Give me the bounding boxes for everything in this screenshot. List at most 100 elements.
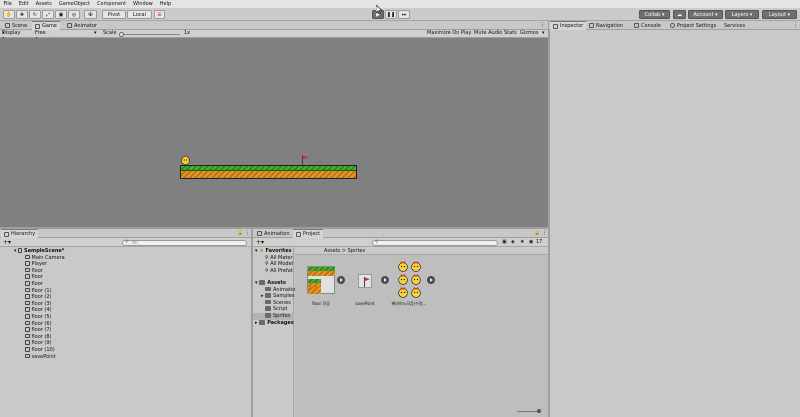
fav-item[interactable]: ⚲ All Mater	[265, 255, 293, 262]
list-item[interactable]: floor (6)	[25, 320, 52, 328]
list-item[interactable]: floor (1)	[25, 287, 52, 295]
list-item[interactable]: floor (5)	[25, 314, 52, 321]
tab-animator[interactable]: Animator	[64, 21, 100, 30]
list-item[interactable]: floor (10)	[25, 347, 55, 354]
folder-item[interactable]: Script	[265, 306, 288, 313]
asset-savepoint-thumbnail[interactable]	[358, 274, 372, 288]
hierarchy-search-input[interactable]: ⚲ All	[122, 239, 247, 246]
fav-item[interactable]: ⚲ All Model	[265, 261, 293, 268]
collab-dropdown[interactable]: Collab ▾	[639, 10, 670, 19]
breadcrumb-sprites[interactable]: Sprites	[348, 248, 365, 254]
layout-dropdown[interactable]: Layout ▾	[762, 10, 797, 19]
filter-type-icon[interactable]: ▣	[502, 239, 507, 245]
panel-menu-icon[interactable]: ⋮	[540, 22, 545, 28]
tab-animation[interactable]: Animation	[254, 229, 293, 238]
game-view[interactable]	[0, 38, 548, 227]
menu-assets[interactable]: Assets	[32, 0, 55, 8]
pause-button[interactable]: ❚❚	[385, 10, 397, 19]
favorites-section[interactable]: ▾ ★ Favorites	[255, 248, 292, 255]
tab-project[interactable]: Project	[293, 229, 324, 238]
project-menu-icon[interactable]: ⋮	[542, 230, 547, 236]
asset-chick-spritesheet-thumbnail[interactable]	[396, 260, 424, 300]
list-item[interactable]: floor (9)	[25, 340, 52, 347]
lock-icon[interactable]: 🔒	[237, 230, 243, 236]
local-toggle[interactable]: Local	[127, 10, 152, 19]
menu-gameobject[interactable]: GameObject	[55, 0, 93, 8]
breadcrumb-assets[interactable]: Assets	[324, 248, 340, 254]
expand-sprite-icon[interactable]	[427, 276, 435, 284]
create-plus-icon[interactable]: +▾	[3, 239, 11, 246]
list-item[interactable]: floor (3)	[25, 300, 52, 308]
list-item[interactable]: savePoint	[25, 353, 56, 361]
list-item[interactable]: floor (2)	[25, 294, 52, 301]
favorite-star-icon[interactable]: ★	[520, 239, 524, 245]
scale-slider[interactable]	[120, 33, 180, 35]
pivot-toggle[interactable]: Pivot	[102, 10, 126, 19]
tab-inspector[interactable]: Inspector	[550, 21, 587, 30]
rotate-tool-button[interactable]: ↻	[29, 10, 41, 19]
menu-window[interactable]: Window	[130, 0, 157, 8]
step-button[interactable]: ⏭	[398, 10, 410, 19]
list-item[interactable]: floor	[25, 281, 43, 288]
tab-navigation[interactable]: Navigation	[586, 21, 626, 30]
cloud-button[interactable]: ☁	[673, 10, 686, 19]
list-item[interactable]: Main Camera	[25, 254, 65, 262]
panel-divider[interactable]	[548, 21, 549, 417]
assets-section[interactable]: ▾ Assets	[255, 280, 286, 287]
stats-toggle[interactable]: Stats	[504, 30, 517, 37]
tab-game[interactable]: Game	[32, 21, 60, 30]
hand-tool-button[interactable]: ✋	[3, 10, 15, 19]
gameobject-icon	[25, 314, 30, 319]
list-item[interactable]: floor (7)	[25, 327, 52, 334]
panel-divider[interactable]	[0, 227, 548, 229]
menu-edit[interactable]: Edit	[15, 0, 32, 8]
filter-label-icon[interactable]: ◈	[511, 239, 515, 245]
expand-sprite-icon[interactable]	[381, 276, 389, 284]
menu-file[interactable]: File	[0, 0, 15, 8]
tab-services[interactable]: Services	[721, 21, 748, 30]
rect-tool-button[interactable]: ▣	[55, 10, 67, 19]
account-dropdown[interactable]: Account ▾	[688, 10, 723, 19]
gameobject-icon	[25, 294, 30, 299]
list-item[interactable]: floor	[25, 267, 43, 275]
maximize-on-play-toggle[interactable]: Maximize On Play	[427, 30, 471, 37]
menu-component[interactable]: Component	[94, 0, 130, 8]
list-item[interactable]: Player	[25, 261, 47, 268]
asset-floor-thumbnail[interactable]	[307, 266, 335, 294]
project-lock-icon[interactable]: 🔒	[534, 230, 540, 236]
tab-hierarchy[interactable]: Hierarchy	[1, 229, 39, 238]
right-panel-menu-icon[interactable]: ⋮	[793, 22, 798, 28]
packages-section[interactable]: ▸ Packages	[255, 320, 294, 327]
display-dropdown[interactable]: Display 1 ▾	[2, 30, 20, 43]
gizmos-toggle[interactable]: Gizmos	[520, 30, 538, 37]
scene-root[interactable]: ▾ SampleScene*	[14, 248, 64, 255]
layers-dropdown[interactable]: Layers ▾	[725, 10, 759, 19]
list-item[interactable]: floor	[25, 274, 43, 281]
tab-console[interactable]: Console	[631, 21, 664, 30]
thumbnail-size-handle[interactable]	[537, 409, 541, 413]
custom-tool-button[interactable]: ✠	[84, 10, 97, 19]
move-tool-button[interactable]: ✥	[16, 10, 28, 19]
visibility-icon[interactable]: ◉	[529, 239, 533, 245]
tab-scene[interactable]: Scene	[2, 21, 30, 30]
project-search-input[interactable]: ⚲	[372, 239, 498, 246]
grid-snap-button[interactable]: ⊞	[154, 10, 165, 19]
folder-item-selected[interactable]: Sprites	[253, 313, 294, 320]
menu-help[interactable]: Help	[156, 0, 174, 8]
scale-tool-button[interactable]: ⤢	[42, 10, 54, 19]
hierarchy-menu-icon[interactable]: ⋮	[245, 230, 250, 236]
scale-slider-handle[interactable]	[119, 31, 124, 37]
folder-item[interactable]: Animatio	[265, 286, 295, 294]
fav-item[interactable]: ⚲ All Prefat	[265, 268, 293, 275]
expand-sprite-icon[interactable]	[337, 276, 345, 284]
panel-divider[interactable]	[251, 229, 253, 417]
transform-tool-button[interactable]: ◎	[68, 10, 80, 19]
project-create-plus-icon[interactable]: +▾	[256, 239, 264, 246]
list-item[interactable]: floor (4)	[25, 307, 52, 314]
mute-audio-toggle[interactable]: Mute Audio	[474, 30, 502, 37]
scale-value: 1x	[184, 30, 191, 36]
folder-item[interactable]: ▸ Samples	[261, 293, 294, 300]
list-item[interactable]: floor (8)	[25, 333, 52, 341]
tab-project-settings[interactable]: Project Settings	[667, 21, 719, 30]
folder-item[interactable]: Scenes	[265, 299, 291, 307]
